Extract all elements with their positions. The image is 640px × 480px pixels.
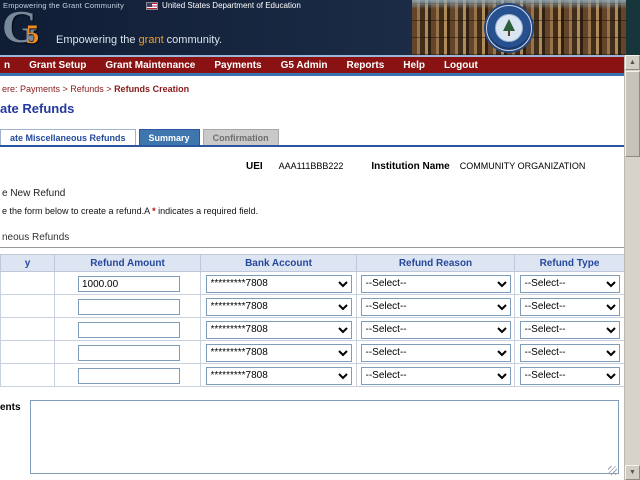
institution-info-row: UEI AAA111BBB222 Institution Name COMMUN… bbox=[0, 161, 624, 172]
refund-type-select[interactable]: --Select-- bbox=[520, 275, 620, 293]
table-row: *********7808 --Select-- --Select-- bbox=[1, 295, 625, 318]
doe-seal-trunk bbox=[508, 31, 510, 36]
tagline-highlight: grant bbox=[139, 34, 164, 46]
section-title-new-refund: e New Refund bbox=[2, 188, 624, 199]
refund-amount-input[interactable] bbox=[78, 345, 180, 361]
browser-viewport: Empowering the Grant Community United St… bbox=[0, 0, 640, 480]
doe-seal-tree bbox=[503, 19, 515, 31]
comments-label: ents bbox=[0, 400, 30, 479]
g5-logo: G 5 bbox=[2, 6, 58, 54]
refund-amount-input[interactable] bbox=[78, 299, 180, 315]
department-name: United States Department of Education bbox=[162, 1, 301, 10]
comments-row: ents bbox=[0, 400, 624, 479]
header-authority: y bbox=[1, 255, 55, 272]
refunds-table: y Refund Amount Bank Account Refund Reas… bbox=[0, 254, 625, 387]
refund-reason-select[interactable]: --Select-- bbox=[361, 298, 511, 316]
nav-item-reports[interactable]: Reports bbox=[346, 60, 384, 71]
table-row: *********7808 --Select-- --Select-- bbox=[1, 272, 625, 295]
bank-account-select[interactable]: *********7808 bbox=[206, 298, 352, 316]
refund-type-select[interactable]: --Select-- bbox=[520, 344, 620, 362]
banner-tagline: Empowering the grant community. bbox=[56, 34, 222, 46]
breadcrumb: ere: Payments > Refunds > Refunds Creati… bbox=[2, 84, 624, 94]
nav-item-g5-admin[interactable]: G5 Admin bbox=[281, 60, 328, 71]
nav-item-grant-maintenance[interactable]: Grant Maintenance bbox=[105, 60, 195, 71]
page-content: ere: Payments > Refunds > Refunds Creati… bbox=[0, 84, 624, 479]
doe-seal-icon bbox=[486, 5, 532, 51]
refund-amount-input[interactable] bbox=[78, 276, 180, 292]
us-flag-icon bbox=[146, 2, 158, 10]
refund-reason-select[interactable]: --Select-- bbox=[361, 321, 511, 339]
uei-value: AAA111BBB222 bbox=[279, 161, 344, 171]
refund-type-select[interactable]: --Select-- bbox=[520, 367, 620, 385]
refund-type-select[interactable]: --Select-- bbox=[520, 321, 620, 339]
refund-reason-select[interactable]: --Select-- bbox=[361, 344, 511, 362]
instructions-pre: e the form below to create a refund.A bbox=[2, 206, 152, 216]
row-label-cell bbox=[1, 318, 55, 341]
table-row: *********7808 --Select-- --Select-- bbox=[1, 341, 625, 364]
scroll-down-arrow-icon[interactable]: ▼ bbox=[625, 465, 640, 480]
banner-corner-decoration bbox=[626, 0, 640, 55]
table-header-row: y Refund Amount Bank Account Refund Reas… bbox=[1, 255, 625, 272]
institution-name-value: COMMUNITY ORGANIZATION bbox=[460, 161, 586, 171]
tab-summary[interactable]: Summary bbox=[139, 129, 200, 145]
comments-field-wrap bbox=[30, 400, 619, 479]
tab-create-miscellaneous-refunds[interactable]: ate Miscellaneous Refunds bbox=[0, 129, 136, 145]
tab-bar: ate Miscellaneous Refunds Summary Confir… bbox=[0, 129, 624, 147]
refund-reason-select[interactable]: --Select-- bbox=[361, 275, 511, 293]
breadcrumb-path[interactable]: ere: Payments > Refunds > bbox=[2, 84, 114, 94]
nav-item-logout[interactable]: Logout bbox=[444, 60, 478, 71]
tab-confirmation: Confirmation bbox=[203, 129, 279, 145]
row-label-cell bbox=[1, 341, 55, 364]
form-instructions: e the form below to create a refund.A * … bbox=[2, 206, 624, 216]
row-label-cell bbox=[1, 272, 55, 295]
institution-name-label: Institution Name bbox=[371, 161, 449, 172]
nav-item-grant-setup[interactable]: Grant Setup bbox=[29, 60, 86, 71]
row-label-cell bbox=[1, 295, 55, 318]
group-title-miscellaneous-refunds: neous Refunds bbox=[0, 232, 624, 248]
bank-account-select[interactable]: *********7808 bbox=[206, 275, 352, 293]
tagline-pre: Empowering the bbox=[56, 34, 139, 46]
bank-account-select[interactable]: *********7808 bbox=[206, 367, 352, 385]
main-nav: n Grant Setup Grant Maintenance Payments… bbox=[0, 55, 640, 76]
row-label-cell bbox=[1, 364, 55, 387]
comments-textarea[interactable] bbox=[30, 400, 619, 474]
uei-label: UEI bbox=[246, 161, 263, 172]
nav-item-payments[interactable]: Payments bbox=[214, 60, 261, 71]
scrollbar-thumb[interactable] bbox=[625, 71, 640, 157]
tagline-post: community. bbox=[164, 34, 222, 46]
refund-amount-input[interactable] bbox=[78, 322, 180, 338]
g5-logo-5: 5 bbox=[26, 20, 39, 50]
banner: Empowering the Grant Community United St… bbox=[0, 0, 640, 55]
bank-account-select[interactable]: *********7808 bbox=[206, 344, 352, 362]
instructions-post: indicates a required field. bbox=[156, 206, 259, 216]
scroll-up-arrow-icon[interactable]: ▲ bbox=[625, 55, 640, 70]
nav-item-main[interactable]: n bbox=[4, 60, 10, 71]
bank-account-select[interactable]: *********7808 bbox=[206, 321, 352, 339]
header-bank-account: Bank Account bbox=[201, 255, 357, 272]
vertical-scrollbar[interactable]: ▲ ▼ bbox=[624, 55, 640, 480]
nav-item-help[interactable]: Help bbox=[403, 60, 425, 71]
refund-reason-select[interactable]: --Select-- bbox=[361, 367, 511, 385]
refund-type-select[interactable]: --Select-- bbox=[520, 298, 620, 316]
refund-amount-input[interactable] bbox=[78, 368, 180, 384]
breadcrumb-current: Refunds Creation bbox=[114, 84, 189, 94]
table-row: *********7808 --Select-- --Select-- bbox=[1, 318, 625, 341]
page-title: ate Refunds bbox=[0, 101, 624, 116]
table-row: *********7808 --Select-- --Select-- bbox=[1, 364, 625, 387]
header-refund-amount: Refund Amount bbox=[55, 255, 201, 272]
header-refund-reason: Refund Reason bbox=[357, 255, 515, 272]
header-refund-type: Refund Type bbox=[515, 255, 625, 272]
